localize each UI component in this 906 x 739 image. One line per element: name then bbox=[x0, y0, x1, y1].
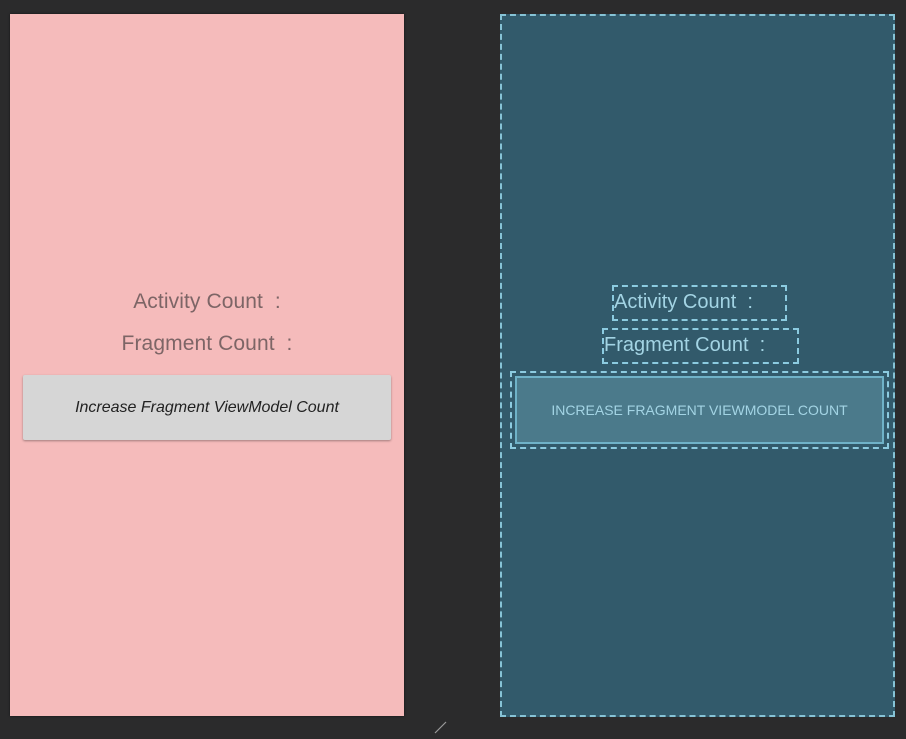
increase-fragment-viewmodel-count-button[interactable]: Increase Fragment ViewModel Count bbox=[23, 375, 391, 440]
design-preview[interactable]: Activity Count : Fragment Count : Increa… bbox=[10, 14, 404, 716]
blueprint-preview[interactable]: Activity Count : Fragment Count : INCREA… bbox=[500, 14, 895, 717]
blueprint-activity-count-label[interactable]: Activity Count : bbox=[612, 285, 787, 321]
blueprint-increase-fragment-viewmodel-count-button[interactable]: INCREASE FRAGMENT VIEWMODEL COUNT bbox=[515, 376, 884, 444]
activity-count-label[interactable]: Activity Count : bbox=[10, 290, 404, 314]
blueprint-fragment-count-label[interactable]: Fragment Count : bbox=[602, 328, 799, 364]
fragment-count-label[interactable]: Fragment Count : bbox=[10, 332, 404, 356]
blueprint-increase-button-bounds[interactable]: INCREASE FRAGMENT VIEWMODEL COUNT bbox=[510, 371, 889, 449]
